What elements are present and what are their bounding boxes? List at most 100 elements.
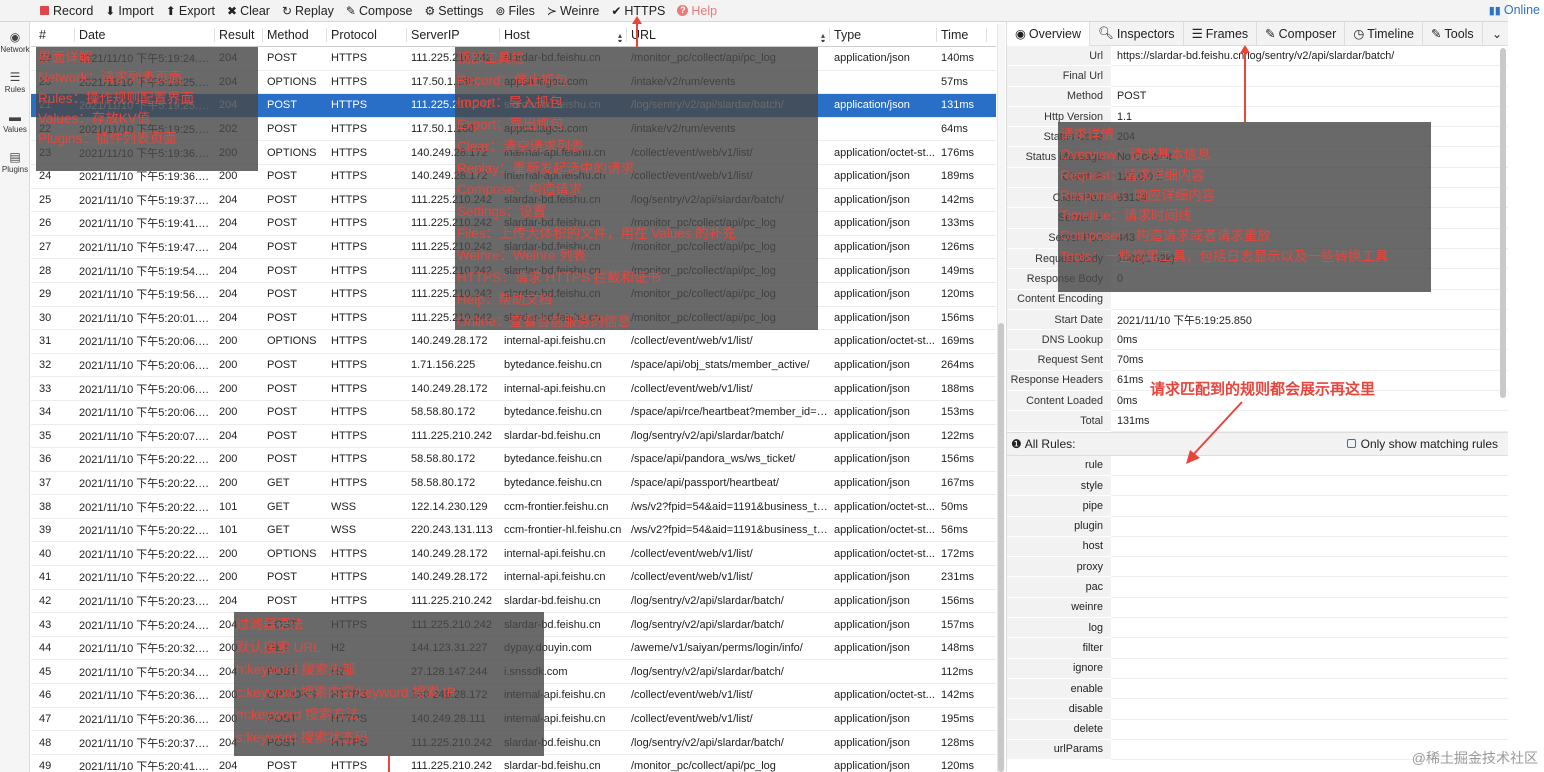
table-cell-date: 2021/11/10 下午5:19:56.187 [79,289,215,302]
tab-inspectors[interactable]: 🔍︎ Inspectors [1090,21,1184,46]
table-cell-date: 2021/11/10 下午5:20:41.843 [79,761,215,772]
rule-name: filter [1007,638,1111,659]
detail-scrollbar-thumb[interactable] [1500,48,1506,398]
table-cell-host: bytedance.feishu.cn [504,359,602,372]
table-cell-host: bytedance.feishu.cn [504,476,602,489]
rule-value [1111,496,1508,517]
toolbar-weinre-button[interactable]: ≻ Weinre [547,4,599,18]
table-cell-date: 2021/11/10 下午5:20:22.609 [79,501,215,514]
table-cell-method: POST [267,571,297,584]
column-header-date[interactable]: Date [75,28,215,42]
table-cell-host: ccm-frontier-hl.feishu.cn [504,524,622,537]
table-row[interactable]: 31 2021/11/10 下午5:20:06.307 200 OPTIONS HTTP… [31,330,996,354]
table-row[interactable]: 36 2021/11/10 下午5:20:22.442 200 POST HTTPS 58… [31,448,996,472]
sidebar-item-rules[interactable]: ☰ Rules [0,70,30,94]
sidebar-item-label: Values [3,125,27,134]
table-row[interactable]: 34 2021/11/10 下午5:20:06.588 200 POST HTTPS 58… [31,401,996,425]
table-row[interactable]: 37 2021/11/10 下午5:20:22.601 200 GET HTTPS 58.… [31,472,996,496]
table-cell-date: 2021/11/10 下午5:20:22.601 [79,477,215,490]
table-scrollbar-thumb[interactable] [998,323,1004,772]
detail-key: Start Date [1007,309,1111,331]
annotation-line: Network：请求列表页面 [38,70,183,86]
detail-row: Url https://slardar-bd.feishu.cn/log/sent… [1007,46,1508,67]
table-row[interactable]: 42 2021/11/10 下午5:20:23.777 204 POST HTTPS 11… [31,590,996,614]
column-header-host[interactable]: Host ▴ ▾ [500,28,627,42]
annotation-line: Clear：清空请求列表 [457,138,584,154]
tab-frames[interactable]: ☰ Frames [1184,21,1258,46]
rule-value [1111,699,1508,720]
tab-overview[interactable]: ◉ Overview [1007,21,1091,46]
table-row[interactable]: 38 2021/11/10 下午5:20:22.609 101 GET WSS 122.1… [31,495,996,519]
table-cell-type: application/json [834,241,910,254]
table-row[interactable]: 35 2021/11/10 下午5:20:07.752 204 POST HTTPS 11… [31,425,996,449]
tab-timeline[interactable]: ◷ Timeline [1345,21,1424,46]
only-matching-checkbox[interactable]: Only show matching rules [1346,437,1498,451]
column-header-label: Host [504,28,530,42]
table-cell-time: 57ms [941,75,968,88]
column-header-result[interactable]: Result [215,28,263,42]
table-row[interactable]: 32 2021/11/10 下午5:20:06.336 200 POST HTTPS 1.… [31,354,996,378]
column-header-serverip[interactable]: ServerIP [407,28,500,42]
annotation-line: h:keyword 搜索头部 [236,662,356,677]
table-row[interactable]: 39 2021/11/10 下午5:20:22.611 101 GET WSS 220.2… [31,519,996,543]
sidebar-item-plugins[interactable]: ▤ Plugins [0,150,30,174]
toolbar-files-button[interactable]: ⊚ Files [495,4,534,18]
table-cell-method: OPTIONS [267,547,317,560]
toolbar-compose-button[interactable]: ✎ Compose [346,4,413,18]
column-header-time[interactable]: Time [937,28,987,42]
tab-composer[interactable]: ✎ Composer [1257,21,1346,46]
table-cell-protocol: HTTPS [331,335,368,348]
toolbar-record-button[interactable]: Record [40,4,93,18]
table-row[interactable]: 33 2021/11/10 下午5:20:06.478 200 POST HTTPS 14… [31,377,996,401]
rule-name: ignore [1007,658,1111,679]
toolbar-export-button[interactable]: ⬆ Export [166,4,215,18]
tab-tools[interactable]: ✎ Tools [1423,21,1483,46]
table-cell-date: 2021/11/10 下午5:20:23.777 [79,595,215,608]
toolbar-label: Files [508,3,535,18]
table-row[interactable]: 41 2021/11/10 下午5:20:22.849 200 POST HTTPS 14… [31,566,996,590]
toolbar-clear-button[interactable]: ✖ Clear [227,4,270,18]
table-cell-type: application/json [834,311,910,324]
table-cell-url: /monitor_pc/collect/api/pc_log [631,760,776,772]
column-header-index[interactable]: # [31,28,75,42]
table-cell-time: 133ms [941,217,975,230]
toolbar-help-button[interactable]: ? Help [677,4,717,18]
column-header-method[interactable]: Method [263,28,327,42]
toolbar-label: Record [53,3,94,18]
sidebar-item-network[interactable]: ◉ Network [0,30,30,54]
sidebar-item-values[interactable]: ▬ Values [0,110,30,134]
weinre-icon: ≻ [546,3,557,18]
table-row[interactable]: 49 2021/11/10 下午5:20:41.843 204 POST HTTPS 11… [31,755,996,772]
table-cell-result: 204 [219,311,238,324]
detail-value: 2021/11/10 下午5:19:25.850 [1111,310,1508,331]
table-cell-date: 2021/11/10 下午5:20:36.457 [79,713,215,726]
table-cell-url: /collect/event/web/v1/list/ [631,689,753,702]
sort-icon: ▴ ▾ [820,31,825,43]
column-header-url[interactable]: URL ▴ ▾ [627,28,830,42]
info-icon: ❶ [1011,436,1022,451]
table-row[interactable]: 40 2021/11/10 下午5:20:22.675 200 OPTIONS HTTP… [31,542,996,567]
column-header-type[interactable]: Type [830,28,937,42]
table-cell-host: internal-api.feishu.cn [504,382,606,395]
toolbar-settings-button[interactable]: ⚙ Settings [424,4,483,18]
toolbar-replay-button[interactable]: ↻ Replay [282,4,334,18]
rule-name: rule [1007,455,1111,476]
table-cell-time: 126ms [941,241,975,254]
column-header-protocol[interactable]: Protocol [327,28,407,42]
table-cell-time: 140ms [941,52,975,65]
annotation-line: Record：停止抓包 [457,72,569,88]
rule-value [1111,598,1508,619]
table-cell-index: 25 [39,193,52,206]
online-status[interactable]: ▮▮ Online [1489,3,1540,17]
toolbar-import-button[interactable]: ⬇ Import [105,4,154,18]
chevron-down-icon[interactable]: ⌄ [1492,27,1508,41]
rule-name: host [1007,536,1111,558]
detail-key: Final Url [1007,66,1111,87]
column-header-label: Date [79,28,106,42]
table-cell-url: /collect/event/web/v1/list/ [631,335,753,348]
import-icon: ⬇ [105,3,116,18]
table-cell-type: application/json [834,618,910,631]
table-cell-index: 31 [39,335,52,348]
table-cell-type: application/octet-st... [834,500,935,513]
table-cell-serverip: 58.58.80.172 [411,476,476,489]
